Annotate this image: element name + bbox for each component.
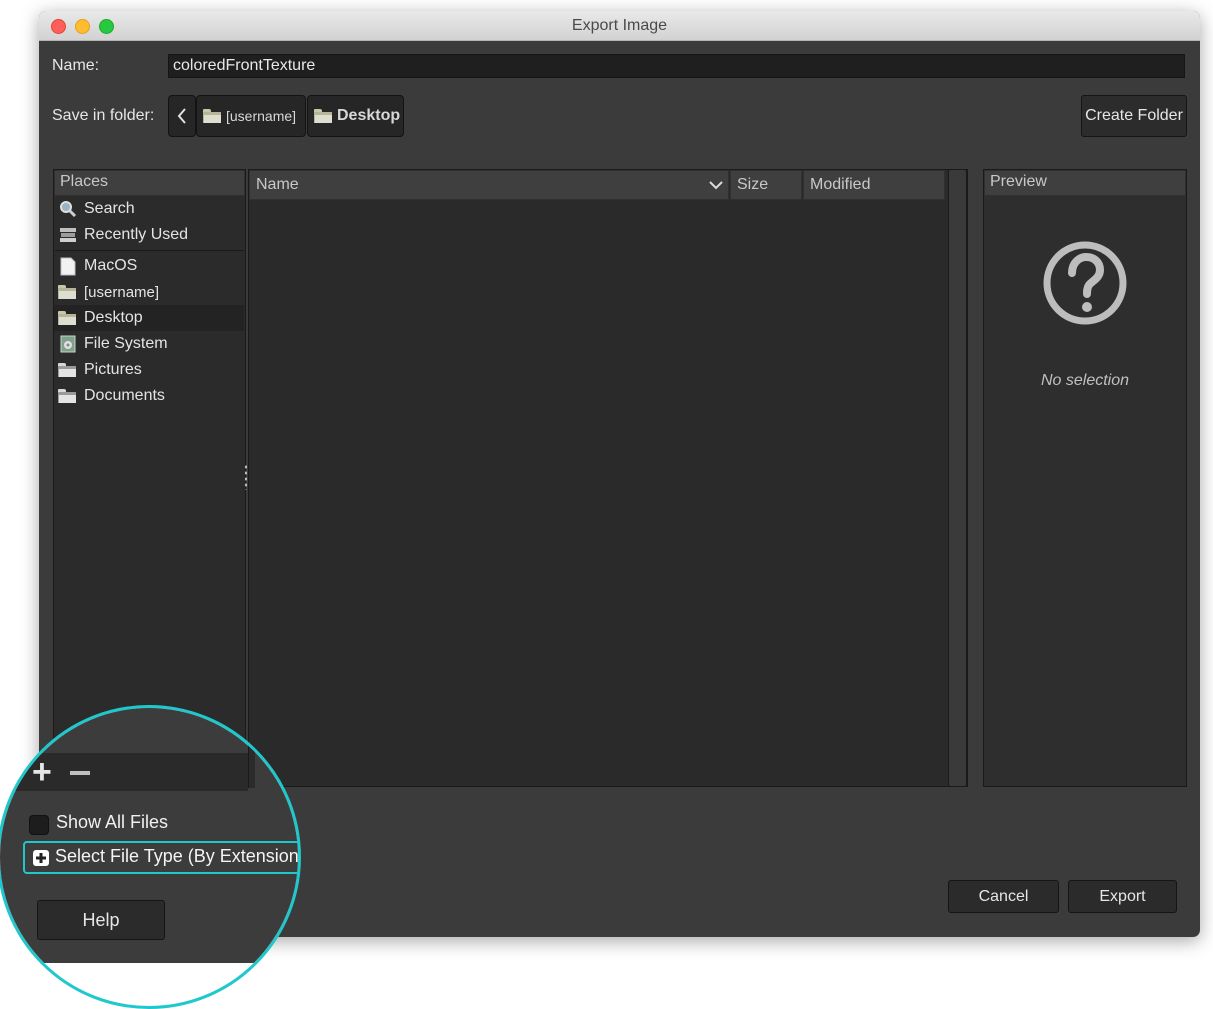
breadcrumb-desktop[interactable]: Desktop xyxy=(307,95,404,137)
filesystem-icon xyxy=(58,335,78,353)
folder-icon xyxy=(314,109,332,123)
preview-panel: Preview No selection xyxy=(983,169,1187,787)
remove-icon[interactable] xyxy=(70,771,90,775)
folder-icon xyxy=(58,387,78,405)
place-search[interactable]: Search xyxy=(54,196,244,222)
chevron-down-icon xyxy=(709,181,723,190)
window-title: Export Image xyxy=(571,17,668,34)
file-list-scrollbar[interactable] xyxy=(948,169,967,787)
export-button[interactable]: Export xyxy=(1068,880,1177,913)
place-documents[interactable]: Documents xyxy=(54,383,244,409)
place-username[interactable]: [username] xyxy=(54,279,244,305)
recent-icon xyxy=(58,226,78,244)
cancel-button[interactable]: Cancel xyxy=(948,880,1059,913)
title-bar: Export Image xyxy=(39,11,1200,41)
place-desktop[interactable]: Desktop xyxy=(54,305,244,331)
show-all-files-checkbox[interactable] xyxy=(29,815,49,835)
add-icon[interactable]: + xyxy=(32,755,52,789)
places-panel: Places Search Recently Used MacOS [usern… xyxy=(39,169,246,789)
breadcrumb-back-button[interactable] xyxy=(168,95,196,137)
show-all-files-label: Show All Files xyxy=(56,812,169,832)
place-file-system-label: File System xyxy=(84,335,168,352)
breadcrumb-username[interactable]: [username] xyxy=(196,95,306,137)
place-documents-label: Documents xyxy=(84,387,165,404)
magnifier-callout: + Show All Files Select File Type (By Ex… xyxy=(0,705,301,1009)
select-file-type-label: Select File Type (By Extension xyxy=(55,846,299,866)
name-label: Name: xyxy=(52,57,100,74)
place-file-system[interactable]: File System xyxy=(54,331,244,357)
expand-icon xyxy=(33,850,49,866)
save-in-folder-label: Save in folder: xyxy=(52,107,155,124)
places-header: Places xyxy=(54,170,245,196)
column-header-name-label: Name xyxy=(256,176,299,193)
breadcrumb-desktop-label: Desktop xyxy=(337,107,401,124)
place-macos[interactable]: MacOS xyxy=(54,253,244,279)
magnified-divider xyxy=(248,708,255,788)
help-button[interactable]: Help xyxy=(37,900,165,940)
no-selection-label: No selection xyxy=(1040,372,1130,389)
column-header-name[interactable]: Name xyxy=(249,170,729,200)
column-header-size[interactable]: Size xyxy=(730,170,802,200)
place-search-label: Search xyxy=(84,200,135,217)
search-icon xyxy=(58,200,78,218)
place-username-label: [username] xyxy=(84,283,160,301)
chevron-left-icon xyxy=(177,108,186,124)
place-pictures[interactable]: Pictures xyxy=(54,357,244,383)
place-recently-used[interactable]: Recently Used xyxy=(54,222,244,248)
breadcrumb-username-label: [username] xyxy=(226,108,297,124)
folder-icon xyxy=(58,361,78,379)
place-pictures-label: Pictures xyxy=(84,361,142,378)
place-desktop-label: Desktop xyxy=(84,309,143,326)
select-file-type-highlight[interactable]: Select File Type (By Extension xyxy=(23,841,299,874)
place-recently-used-label: Recently Used xyxy=(84,226,189,243)
preview-header: Preview xyxy=(984,170,1186,196)
column-header-modified[interactable]: Modified xyxy=(803,170,945,200)
folder-icon xyxy=(58,309,78,327)
file-list[interactable]: Name Size Modified xyxy=(248,169,968,787)
create-folder-button[interactable]: Create Folder xyxy=(1081,95,1187,137)
drive-icon xyxy=(58,257,78,275)
folder-icon xyxy=(203,109,221,123)
name-input[interactable] xyxy=(168,54,1185,78)
folder-icon xyxy=(58,283,78,301)
places-separator xyxy=(55,250,244,251)
place-macos-label: MacOS xyxy=(84,257,138,274)
question-icon xyxy=(1043,241,1127,325)
